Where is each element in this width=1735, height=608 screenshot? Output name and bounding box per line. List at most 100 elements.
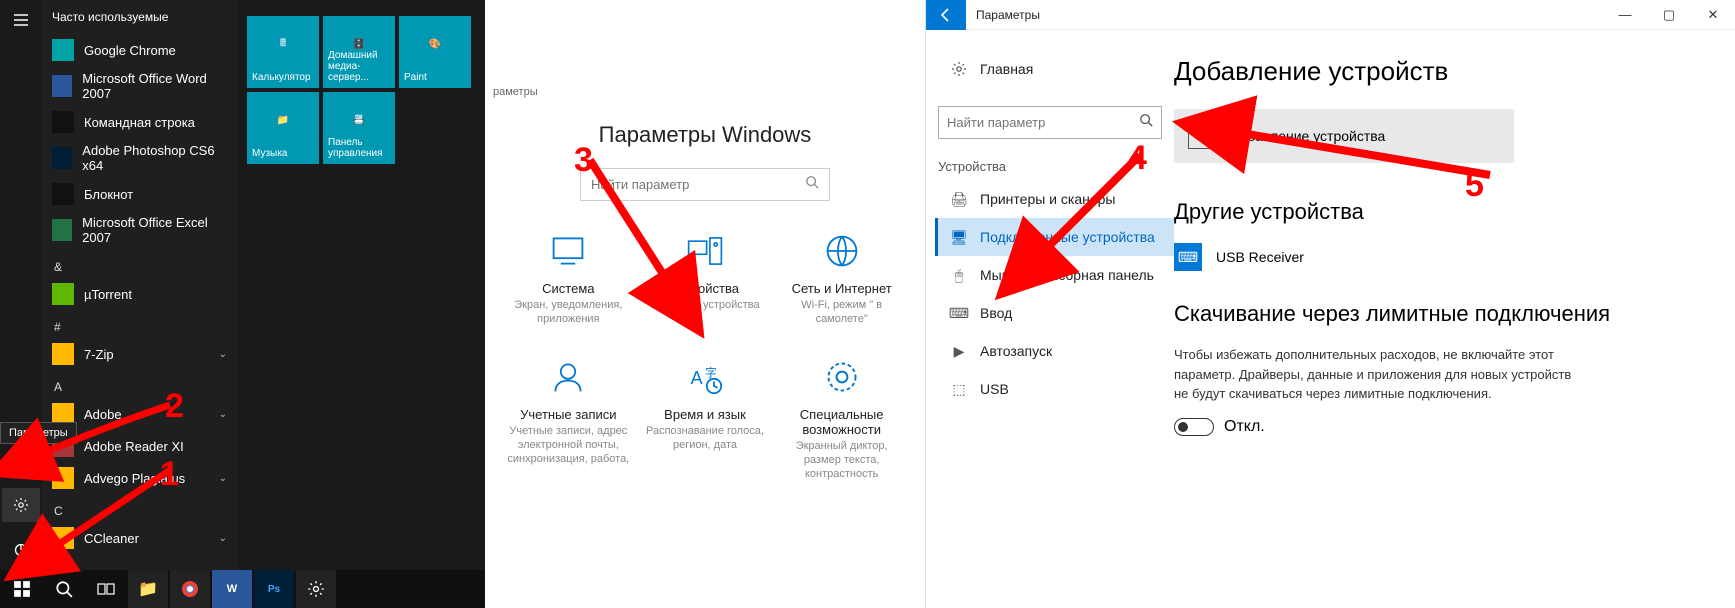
category-desc: Распознавание голоса, регион, дата — [642, 424, 769, 453]
app-item[interactable]: Командная строка — [42, 106, 237, 138]
gear-icon — [950, 60, 968, 78]
sidebar-item-icon: 🖱 — [950, 266, 968, 284]
group-letter-amp[interactable]: & — [42, 250, 237, 278]
tile-music[interactable]: 📁Музыка — [247, 92, 319, 164]
settings-content: Добавление устройств + Добавление устрой… — [1174, 30, 1735, 608]
settings-category[interactable]: СистемаЭкран, уведомления, приложения — [505, 231, 632, 327]
tile-paint[interactable]: 🎨Paint — [399, 16, 471, 88]
app-label: Microsoft Office Word 2007 — [82, 71, 227, 101]
sidebar-item-icon: ⬚ — [950, 380, 968, 398]
back-button[interactable] — [926, 0, 966, 30]
sidebar-item-label: Принтеры и сканеры — [980, 191, 1115, 207]
app-label: Adobe Photoshop CS6 x64 — [82, 143, 227, 173]
app-item[interactable]: 7-Zip⌄ — [42, 338, 237, 370]
app-item[interactable]: Microsoft Office Excel 2007 — [42, 210, 237, 250]
start-tiles: 🖩Калькулятор 🗄️Домашний медиа-сервер... … — [237, 0, 485, 570]
gear-tooltip: Параметры — [0, 422, 77, 444]
sidebar-search[interactable] — [938, 106, 1162, 139]
category-icon — [685, 231, 725, 271]
page-title: Добавление устройств — [1174, 56, 1705, 87]
power-icon[interactable] — [11, 540, 31, 560]
category-icon — [822, 231, 862, 271]
app-item[interactable]: Advego Plagiatus⌄ — [42, 462, 237, 494]
app-item[interactable]: Microsoft Office Word 2007 — [42, 66, 237, 106]
user-icon[interactable] — [11, 450, 31, 470]
app-item[interactable]: Adobe Photoshop CS6 x64 — [42, 138, 237, 178]
settings-title: Параметры Windows — [485, 122, 925, 148]
add-device-button[interactable]: + Добавление устройства — [1174, 109, 1514, 163]
settings-search[interactable] — [580, 168, 830, 201]
task-view-icon[interactable] — [86, 570, 126, 608]
group-letter-c[interactable]: C — [42, 494, 237, 522]
group-letter-hash[interactable]: # — [42, 310, 237, 338]
category-icon: A字 — [685, 357, 725, 397]
device-name: USB Receiver — [1216, 249, 1304, 265]
taskbar-word[interactable]: W — [212, 570, 252, 608]
sidebar-item[interactable]: 🖥 Подключенные устройства — [935, 218, 1174, 256]
group-letter-a[interactable]: A — [42, 370, 237, 398]
sidebar-item[interactable]: ⌨Ввод — [938, 294, 1174, 332]
tile-label: Панель управления — [328, 137, 390, 159]
metered-heading: Скачивание через лимитные подключения — [1174, 301, 1705, 327]
settings-category[interactable]: A字Время и языкРаспознавание голоса, реги… — [642, 357, 769, 482]
tile-label: Музыка — [252, 148, 314, 159]
app-item[interactable]: Google Chrome — [42, 34, 237, 66]
device-row[interactable]: ⌨ USB Receiver — [1174, 243, 1705, 271]
minimize-button[interactable]: — — [1603, 0, 1647, 30]
settings-category[interactable]: Сеть и ИнтернетWi-Fi, режим " в самолете… — [778, 231, 905, 327]
category-desc: Wi-Fi, режим " в самолете" — [778, 298, 905, 327]
sidebar-item[interactable]: ⬚ USB — [938, 370, 1174, 408]
sidebar-item-icon: 🖥 — [950, 228, 968, 246]
hamburger-icon[interactable] — [11, 10, 31, 30]
tile-media-server[interactable]: 🗄️Домашний медиа-сервер... — [323, 16, 395, 88]
category-icon — [548, 357, 588, 397]
category-desc: Учетные записи, адрес электронной почты,… — [505, 424, 632, 467]
app-item[interactable]: CCleaner⌄ — [42, 522, 237, 554]
chevron-down-icon: ⌄ — [219, 473, 227, 484]
sidebar-item[interactable]: 🖱Мышь и сенсорная панель — [938, 256, 1174, 294]
tile-label: Калькулятор — [252, 72, 314, 83]
settings-category[interactable]: Учетные записиУчетные записи, адрес элек… — [505, 357, 632, 482]
sidebar-item-label: Подключенные устройства — [980, 229, 1155, 245]
keyboard-icon: ⌨ — [1174, 243, 1202, 271]
sidebar-section: Устройства — [938, 153, 1174, 180]
settings-category[interactable]: УстройстваBluetooth, устройства — [642, 231, 769, 327]
taskbar-explorer[interactable]: 📁 — [128, 570, 168, 608]
app-item[interactable]: Блокнот — [42, 178, 237, 210]
settings-category[interactable]: Специальные возможностиЭкранный диктор, … — [778, 357, 905, 482]
taskbar-chrome[interactable] — [170, 570, 210, 608]
tile-calculator[interactable]: 🖩Калькулятор — [247, 16, 319, 88]
window-title: Параметры — [976, 8, 1040, 22]
metered-toggle[interactable]: Откл. — [1174, 418, 1705, 436]
maximize-button[interactable]: ▢ — [1647, 0, 1691, 30]
sidebar-item[interactable]: ▶Автозапуск — [938, 332, 1174, 370]
tile-control-panel[interactable]: 📇Панель управления — [323, 92, 395, 164]
taskbar-search-icon[interactable] — [44, 570, 84, 608]
app-label: CCleaner — [84, 531, 139, 546]
settings-home-panel: раметры Параметры Windows СистемаЭкран, … — [485, 0, 925, 608]
sidebar-home[interactable]: Главная — [938, 50, 1174, 88]
app-label: µTorrent — [84, 287, 132, 302]
category-name: Система — [505, 281, 632, 296]
sidebar-search-input[interactable] — [947, 115, 1139, 130]
taskbar-photoshop[interactable]: Ps — [254, 570, 294, 608]
start-button[interactable] — [2, 570, 42, 608]
plus-icon: + — [1188, 123, 1214, 149]
app-label: 7-Zip — [84, 347, 114, 362]
search-icon — [805, 175, 819, 194]
settings-search-input[interactable] — [591, 177, 805, 192]
toggle-switch[interactable] — [1174, 418, 1214, 436]
sidebar-item[interactable]: 🖨Принтеры и сканеры — [938, 180, 1174, 218]
app-item[interactable]: µTorrent — [42, 278, 237, 310]
sidebar-item-label: Автозапуск — [980, 343, 1052, 359]
sidebar-item-label: USB — [980, 381, 1009, 397]
search-icon — [1139, 113, 1153, 132]
metered-desc: Чтобы избежать дополнительных расходов, … — [1174, 345, 1574, 404]
app-label: Командная строка — [84, 115, 195, 130]
gear-icon[interactable] — [2, 488, 40, 522]
close-button[interactable]: ✕ — [1691, 0, 1735, 30]
taskbar-settings[interactable] — [296, 570, 336, 608]
category-icon — [548, 231, 588, 271]
sidebar-home-label: Главная — [980, 61, 1033, 77]
sidebar-item-icon: ⌨ — [950, 304, 968, 322]
